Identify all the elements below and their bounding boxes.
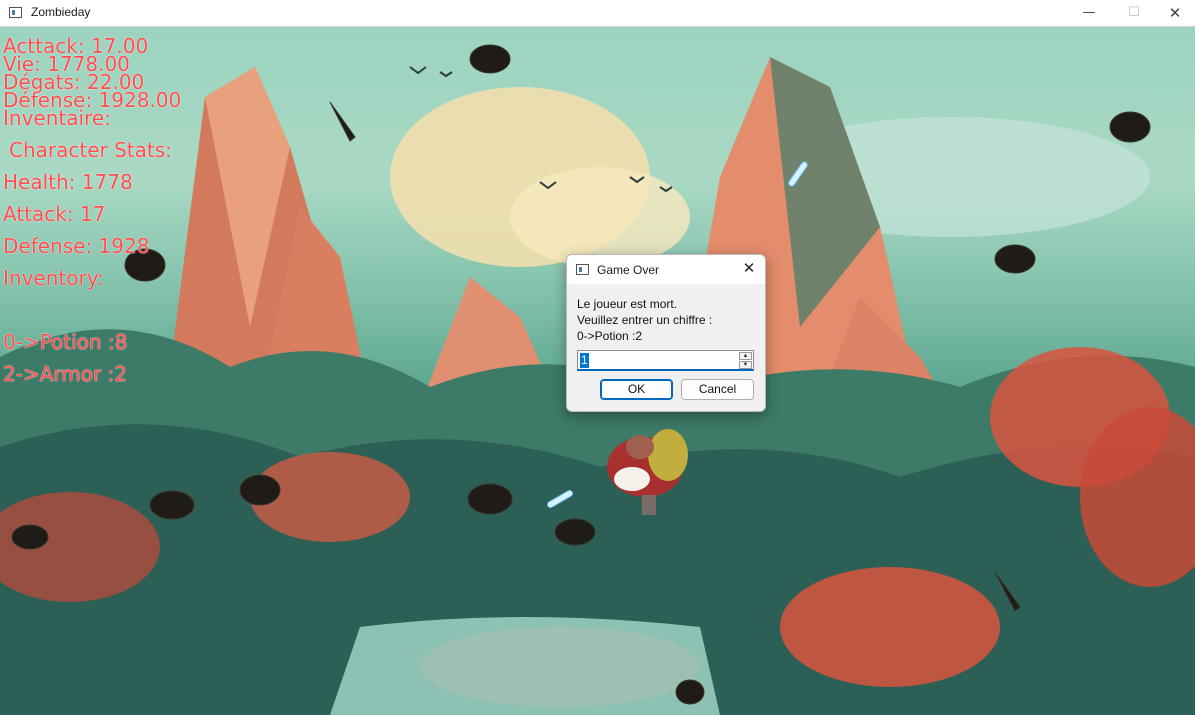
game-over-dialog: Game Over ✕ Le joueur est mort. Veuillez…	[566, 254, 766, 412]
dialog-message: Le joueur est mort.	[577, 297, 678, 311]
ok-button[interactable]: OK	[600, 379, 673, 400]
cancel-button[interactable]: Cancel	[681, 379, 754, 400]
hud-item: 0->Potion :8	[3, 330, 128, 354]
dialog-option: 0->Potion :2	[577, 329, 643, 343]
spin-down-icon[interactable]: ▼	[739, 361, 752, 369]
minimize-button[interactable]: —	[1066, 0, 1112, 26]
hud-health: Health: 1778	[3, 170, 133, 194]
spinbox-value[interactable]: 1	[580, 353, 589, 368]
window-title: Zombieday	[31, 5, 91, 19]
spin-up-icon[interactable]: ▲	[739, 352, 752, 360]
hud-stats-header: Character Stats:	[9, 138, 172, 162]
dialog-titlebar: Game Over ✕	[567, 255, 765, 284]
dialog-window-icon	[576, 264, 589, 275]
maximize-button[interactable]: ☐	[1111, 0, 1157, 26]
number-spinbox[interactable]: 1 ▲ ▼	[577, 350, 754, 371]
close-icon[interactable]: ✕	[737, 258, 761, 280]
hud-item: 2->Armor :2	[3, 362, 128, 386]
hud-defense-en: Defense: 1928	[3, 234, 150, 258]
hud-attack-en: Attack: 17	[3, 202, 106, 226]
dialog-title: Game Over	[597, 263, 660, 277]
dialog-prompt: Veuillez entrer un chiffre :	[577, 313, 713, 327]
hud-inventory-en: Inventory:	[3, 266, 104, 290]
spinbox-buttons: ▲ ▼	[739, 352, 752, 369]
window-titlebar: Zombieday — ☐ ✕	[0, 0, 1195, 27]
hud-inventory-fr: Inventaire:	[3, 106, 111, 130]
app-window-icon	[9, 7, 22, 18]
close-window-button[interactable]: ✕	[1152, 0, 1195, 26]
